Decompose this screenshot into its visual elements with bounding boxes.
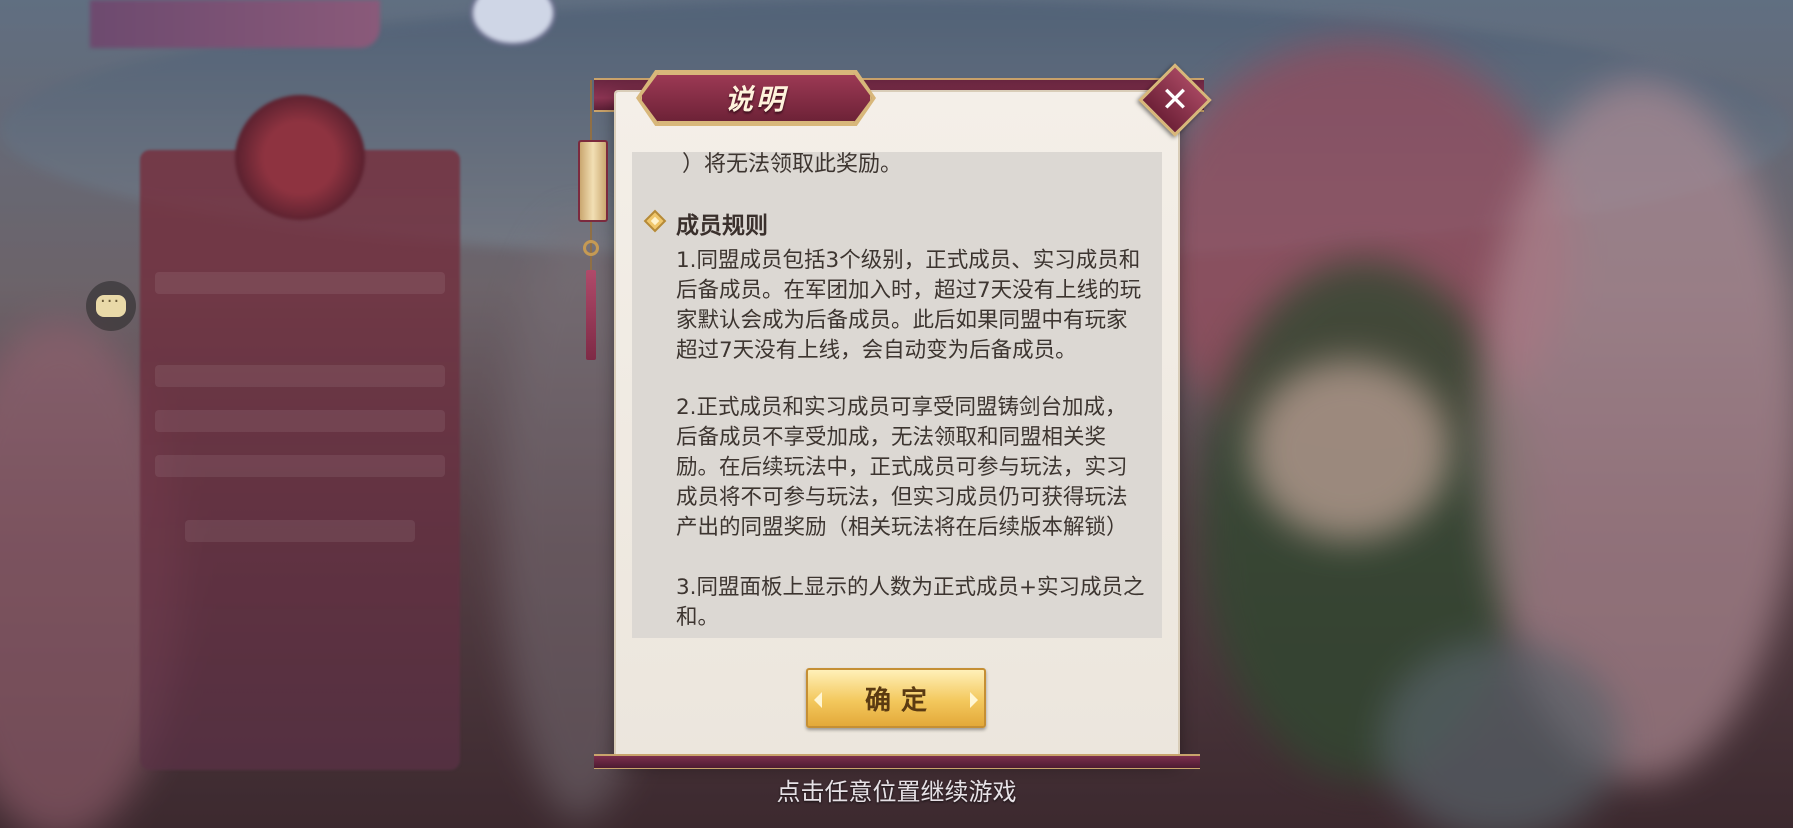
close-icon[interactable]: ✕ (1149, 74, 1201, 126)
confirm-label: 确定 (864, 685, 937, 716)
dialog-bottom-frame (594, 754, 1200, 769)
section-title: 成员规则 (676, 213, 768, 239)
info-row (155, 410, 445, 432)
confirm-button[interactable]: 确定 (806, 668, 986, 728)
lantern-ornament (578, 140, 608, 222)
chat-icon (96, 291, 126, 317)
info-row (155, 455, 445, 477)
progress-bar (155, 272, 445, 294)
dialog-title: 说明 (724, 83, 787, 116)
rule-item: 1.同盟成员包括3个级别，正式成员、实习成员和后备成员。在军团加入时，超过7天没… (676, 248, 1142, 363)
rule-item: 2.正式成员和实习成员可享受同盟铸剑台加成，后备成员不享受加成，无法领取和同盟相… (676, 395, 1128, 540)
announcement-header (185, 520, 415, 542)
rule-item: 3.同盟面板上显示的人数为正式成员+实习成员之和。 (676, 575, 1145, 630)
chat-button[interactable] (86, 281, 136, 331)
continue-hint[interactable]: 点击任意位置继续游戏 (0, 772, 1793, 807)
top-banner (90, 0, 380, 48)
info-row (155, 365, 445, 387)
lantern-tassel (586, 270, 596, 360)
clipped-text-line: ）将无法领取此奖励。 (682, 152, 903, 177)
lantern-ring (583, 240, 599, 256)
alliance-emblem (235, 95, 365, 220)
